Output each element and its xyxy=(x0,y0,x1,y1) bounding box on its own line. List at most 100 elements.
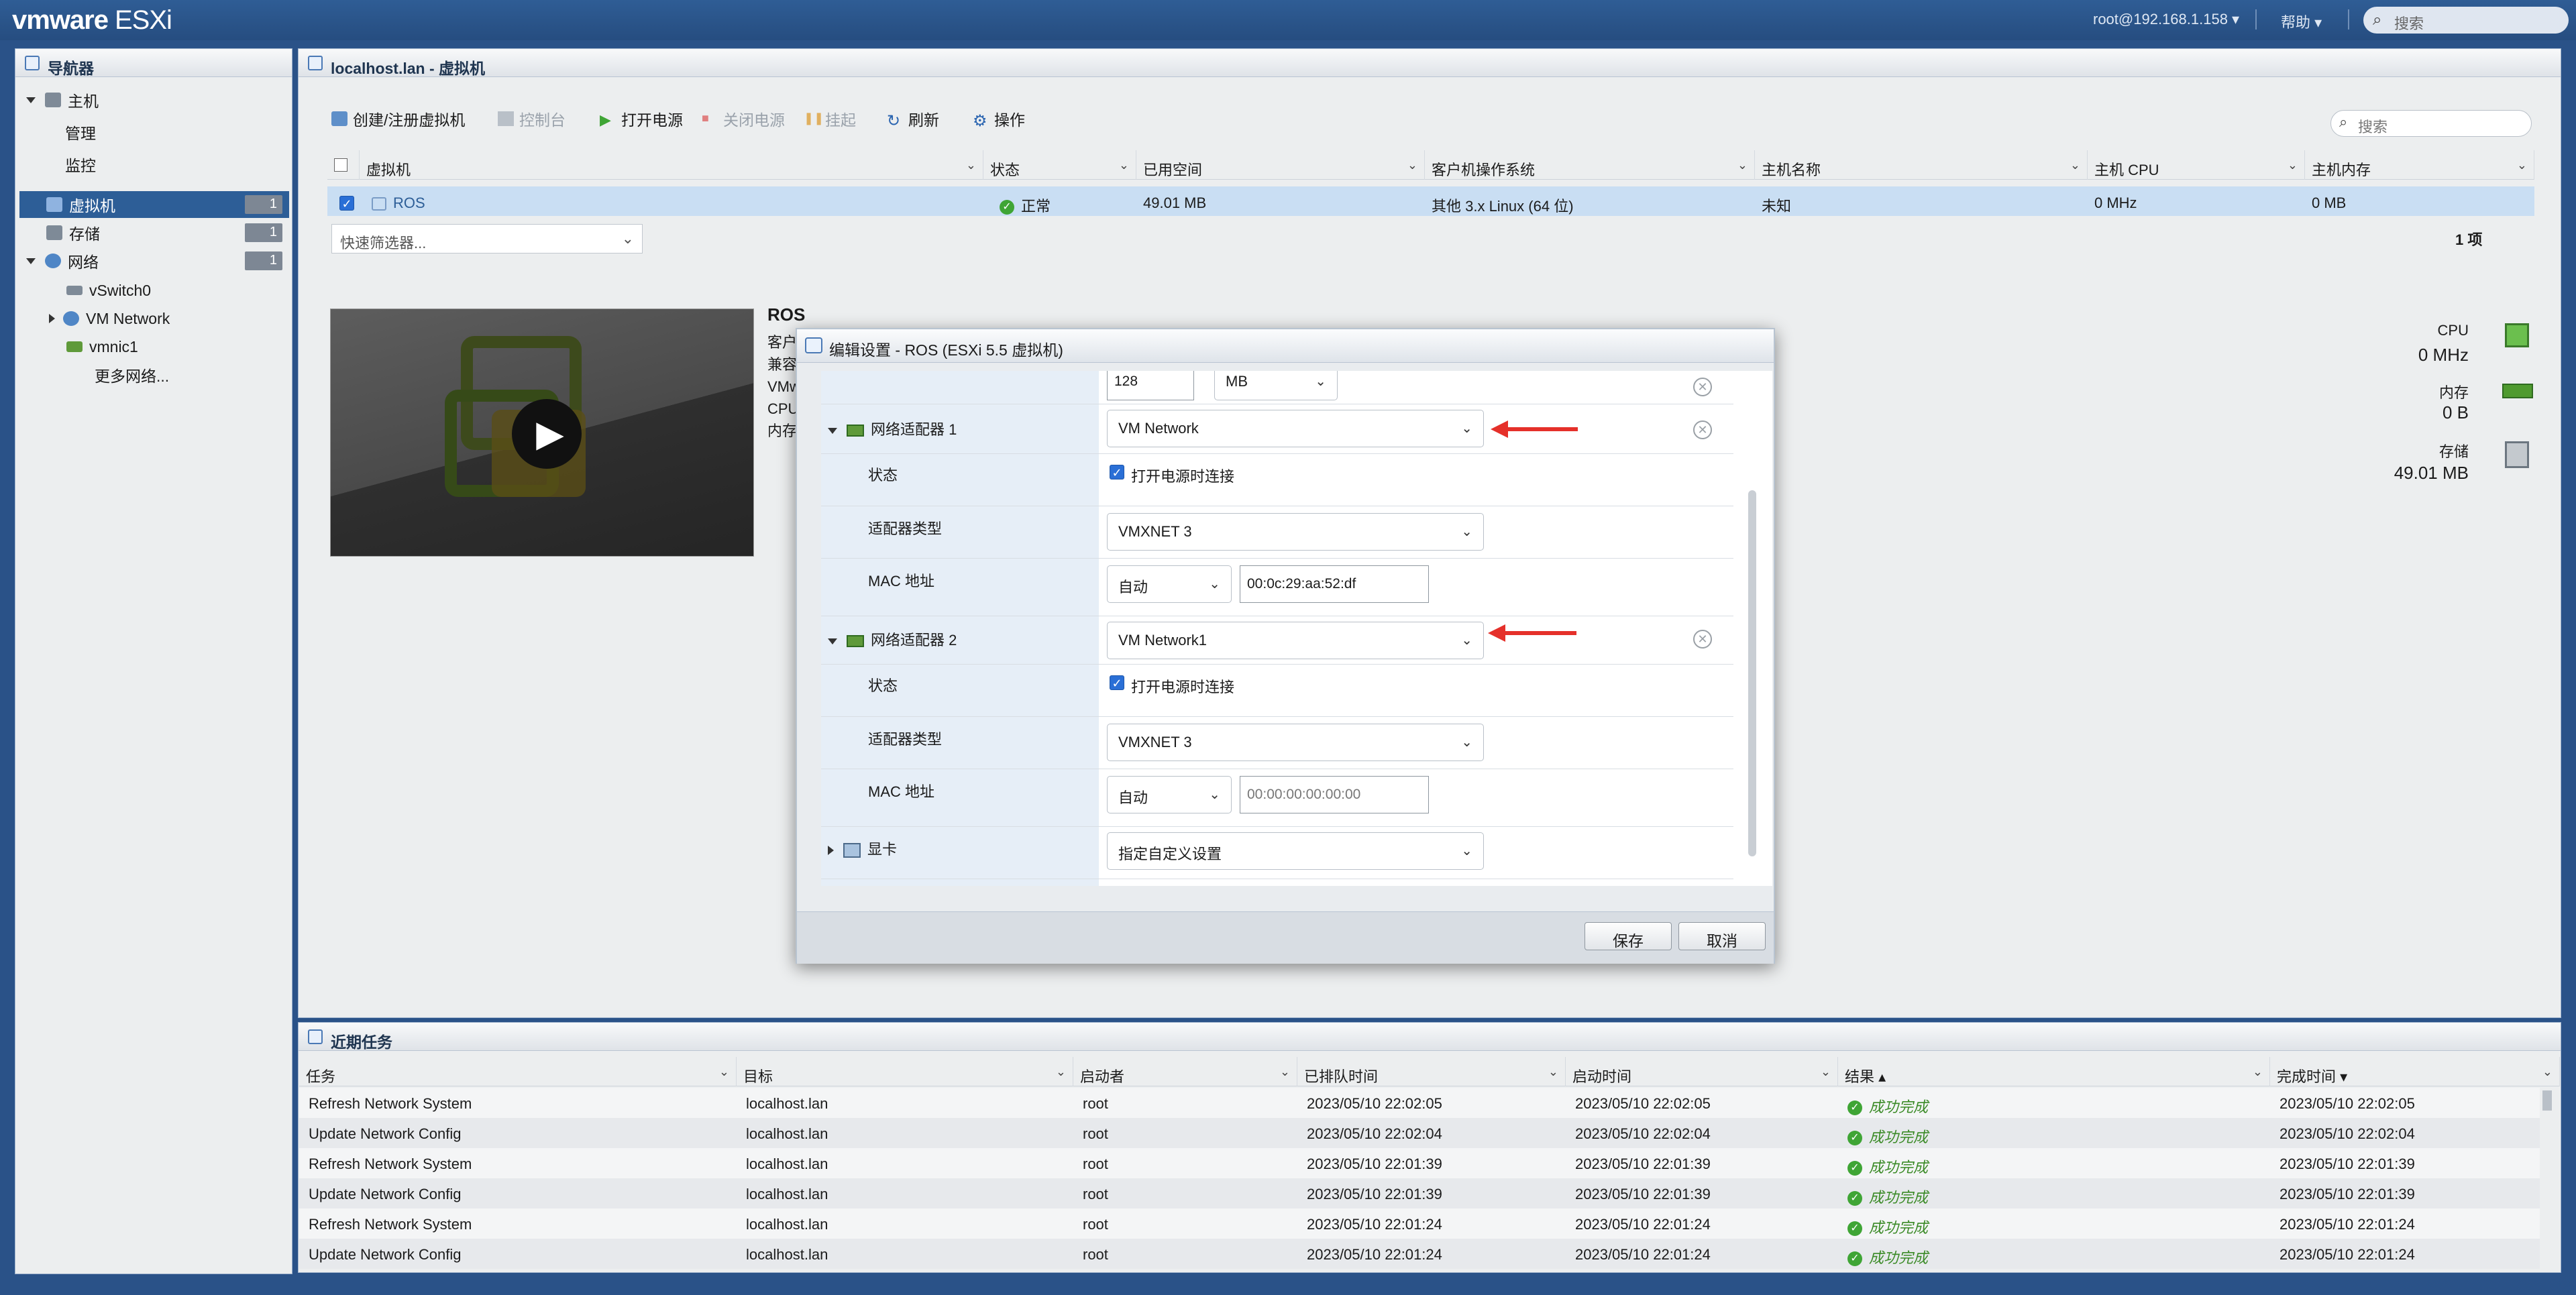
task-row[interactable]: Update Network Config localhost.lan root 20… xyxy=(299,1118,2540,1148)
play-icon: ▶ xyxy=(600,111,611,128)
adapter-2-type-select[interactable]: VMXNET 3 ⌄ xyxy=(1107,724,1484,761)
save-button[interactable]: 保存 xyxy=(1585,922,1672,950)
vm-icon xyxy=(805,337,822,353)
help-menu[interactable]: 帮助 ▾ xyxy=(2281,11,2322,32)
network-icon xyxy=(45,254,61,268)
remove-adapter-2-icon[interactable]: ✕ xyxy=(1693,630,1712,649)
dialog-scrollbar[interactable] xyxy=(1748,490,1756,856)
task-row[interactable]: Refresh Network System localhost.lan root 2… xyxy=(299,1148,2540,1178)
col-queued[interactable]: 已排队时间 ⌄ xyxy=(1297,1057,1566,1086)
select-all-checkbox[interactable] xyxy=(327,150,360,180)
collapse-icon[interactable] xyxy=(828,427,837,434)
memory-input[interactable]: 128 xyxy=(1107,371,1194,400)
success-icon: ✓ xyxy=(1847,1221,1862,1237)
expand-icon[interactable] xyxy=(828,846,834,856)
navigator-panel: 导航器 主机 管理 监控 虚拟机 1 存储 1 网络 1 vSwitch0 VM Ne… xyxy=(15,48,292,1274)
expand-icon[interactable] xyxy=(26,258,36,264)
adapter-1-status-row: 状态 ✓ 打开电源时连接 xyxy=(821,454,1733,506)
cancel-button[interactable]: 取消 xyxy=(1678,922,1766,950)
remove-adapter-1-icon[interactable]: ✕ xyxy=(1693,420,1712,439)
nav-vms[interactable]: 虚拟机 1 xyxy=(19,191,289,218)
gear-icon: ⚙ xyxy=(973,112,987,130)
col-guest-os[interactable]: 客户机操作系统 ⌄ xyxy=(1425,150,1755,180)
collapse-icon[interactable] xyxy=(828,638,837,644)
col-used-space[interactable]: 已用空间 ⌄ xyxy=(1136,150,1425,180)
nav-vmnic1[interactable]: vmnic1 xyxy=(66,333,138,360)
task-row[interactable]: Update Network Config localhost.lan root 20… xyxy=(299,1178,2540,1208)
nav-manage[interactable]: 管理 xyxy=(65,119,96,146)
dialog-body: 128 MB ⌄ ✕ 网络适配器 1 VM Network ⌄ ✕ 状态 ✓ 打开电… xyxy=(821,371,1772,886)
task-row[interactable]: Refresh Network System localhost.lan root 2… xyxy=(299,1208,2540,1239)
nav-more-networks[interactable]: 更多网络... xyxy=(95,361,169,388)
power-off-button[interactable]: ■ 关闭电源 xyxy=(702,107,785,130)
edit-settings-dialog: 编辑设置 - ROS (ESXi 5.5 虚拟机) 128 MB ⌄ ✕ 网络适配… xyxy=(796,328,1775,964)
dialog-title: 编辑设置 - ROS (ESXi 5.5 虚拟机) xyxy=(797,329,1774,363)
task-task: Update Network Config xyxy=(309,1125,462,1142)
nav-vm-network[interactable]: VM Network xyxy=(49,305,170,332)
video-card-select[interactable]: 指定自定义设置 ⌄ xyxy=(1107,832,1484,870)
row-checkbox[interactable]: ✓ xyxy=(333,186,360,216)
nav-monitor[interactable]: 监控 xyxy=(65,151,96,178)
memory-unit-select[interactable]: MB ⌄ xyxy=(1214,371,1338,400)
col-status[interactable]: 状态 ⌄ xyxy=(983,150,1136,180)
mac-address-label: MAC 地址 xyxy=(868,783,935,800)
vm-name-link[interactable]: ROS xyxy=(365,186,969,216)
col-target[interactable]: 目标 ⌄ xyxy=(737,1057,1073,1086)
network-adapter-2-select[interactable]: VM Network1 ⌄ xyxy=(1107,622,1484,659)
mac-mode-select[interactable]: 自动 ⌄ xyxy=(1107,776,1232,813)
vm-search-input[interactable]: ⌕ 搜索 xyxy=(2330,110,2532,137)
network-adapter-2-toggle[interactable]: 网络适配器 2 xyxy=(828,628,957,650)
separator xyxy=(2255,9,2257,30)
vm-hostname: 未知 xyxy=(1762,198,1792,215)
task-initiator: root xyxy=(1083,1186,1108,1202)
connect-at-power-on-checkbox[interactable]: ✓ xyxy=(1110,465,1124,480)
col-started[interactable]: 启动时间 ⌄ xyxy=(1566,1057,1838,1086)
col-task[interactable]: 任务 ⌄ xyxy=(299,1057,737,1086)
task-row[interactable]: Update Network Config localhost.lan root 20… xyxy=(299,1239,2540,1269)
table-row[interactable]: ✓ ROS ✓ 正常 49.01 MB 其他 3.x Linux (64 位) 未… xyxy=(327,186,2534,216)
task-queued: 2023/05/10 22:01:24 xyxy=(1307,1216,1442,1233)
col-host-mem[interactable]: 主机内存 ⌄ xyxy=(2305,150,2534,180)
count-badge: 1 xyxy=(245,251,282,270)
vm-grid-header: 虚拟机 ⌄ 状态 ⌄ 已用空间 ⌄ 客户机操作系统 ⌄ 主机名称 ⌄ 主机 CPU ⌄ 主机… xyxy=(327,150,2534,180)
col-vm[interactable]: 虚拟机 ⌄ xyxy=(360,150,983,180)
create-vm-button[interactable]: 创建/注册虚拟机 xyxy=(331,107,465,130)
vm-console-thumbnail[interactable]: ▶ xyxy=(330,308,754,557)
nav-host[interactable]: 主机 xyxy=(26,87,288,113)
play-icon[interactable]: ▶ xyxy=(512,399,582,469)
nav-storage[interactable]: 存储 1 xyxy=(19,219,289,246)
expand-icon[interactable] xyxy=(26,97,36,103)
nav-vswitch0[interactable]: vSwitch0 xyxy=(66,277,151,304)
col-initiator[interactable]: 启动者 ⌄ xyxy=(1073,1057,1297,1086)
actions-button[interactable]: ⚙ 操作 xyxy=(973,107,1025,130)
task-row[interactable]: Refresh Network System localhost.lan root 2… xyxy=(299,1088,2540,1118)
nav-network[interactable]: 网络 1 xyxy=(26,247,289,274)
col-result[interactable]: 结果 ▴ ⌄ xyxy=(1838,1057,2270,1086)
tasks-scrollbar[interactable] xyxy=(2542,1090,2552,1111)
storage-icon xyxy=(46,225,62,240)
remove-icon[interactable]: ✕ xyxy=(1693,378,1712,396)
col-host-cpu[interactable]: 主机 CPU ⌄ xyxy=(2088,150,2305,180)
power-on-button[interactable]: ▶ 打开电源 xyxy=(600,107,683,130)
breadcrumb: localhost.lan - 虚拟机 xyxy=(299,49,2561,77)
video-card-toggle[interactable]: 显卡 xyxy=(828,838,897,859)
mac-address-input[interactable]: 00:0c:29:aa:52:df xyxy=(1240,565,1429,603)
network-adapter-1-toggle[interactable]: 网络适配器 1 xyxy=(828,418,957,439)
tasks-grid-header: 任务 ⌄ 目标 ⌄ 启动者 ⌄ 已排队时间 ⌄ 启动时间 ⌄ 结果 ▴ ⌄ 完成时间 ▾ ⌄ xyxy=(299,1057,2560,1086)
expand-icon[interactable] xyxy=(49,314,55,323)
console-button[interactable]: 控制台 xyxy=(498,107,566,130)
refresh-button[interactable]: ↻ 刷新 xyxy=(887,107,939,130)
search-icon: ⌕ xyxy=(2373,11,2382,29)
suspend-button[interactable]: ❚❚ 挂起 xyxy=(804,107,856,130)
col-hostname[interactable]: 主机名称 ⌄ xyxy=(1755,150,2088,180)
network-adapter-1-select[interactable]: VM Network ⌄ xyxy=(1107,410,1484,447)
mac-mode-select[interactable]: 自动 ⌄ xyxy=(1107,565,1232,603)
user-menu[interactable]: root@192.168.1.158 ▾ xyxy=(2093,11,2239,28)
col-completed[interactable]: 完成时间 ▾ ⌄ xyxy=(2270,1057,2560,1086)
adapter-1-type-select[interactable]: VMXNET 3 ⌄ xyxy=(1107,513,1484,551)
global-search-input[interactable]: ⌕ 搜索 xyxy=(2363,7,2569,34)
mac-address-input[interactable]: 00:00:00:00:00:00 xyxy=(1240,776,1429,813)
connect-at-power-on-checkbox[interactable]: ✓ xyxy=(1110,675,1124,690)
pause-icon: ❚❚ xyxy=(804,111,824,125)
quick-filter-select[interactable]: 快速筛选器... ⌄ xyxy=(331,224,643,254)
